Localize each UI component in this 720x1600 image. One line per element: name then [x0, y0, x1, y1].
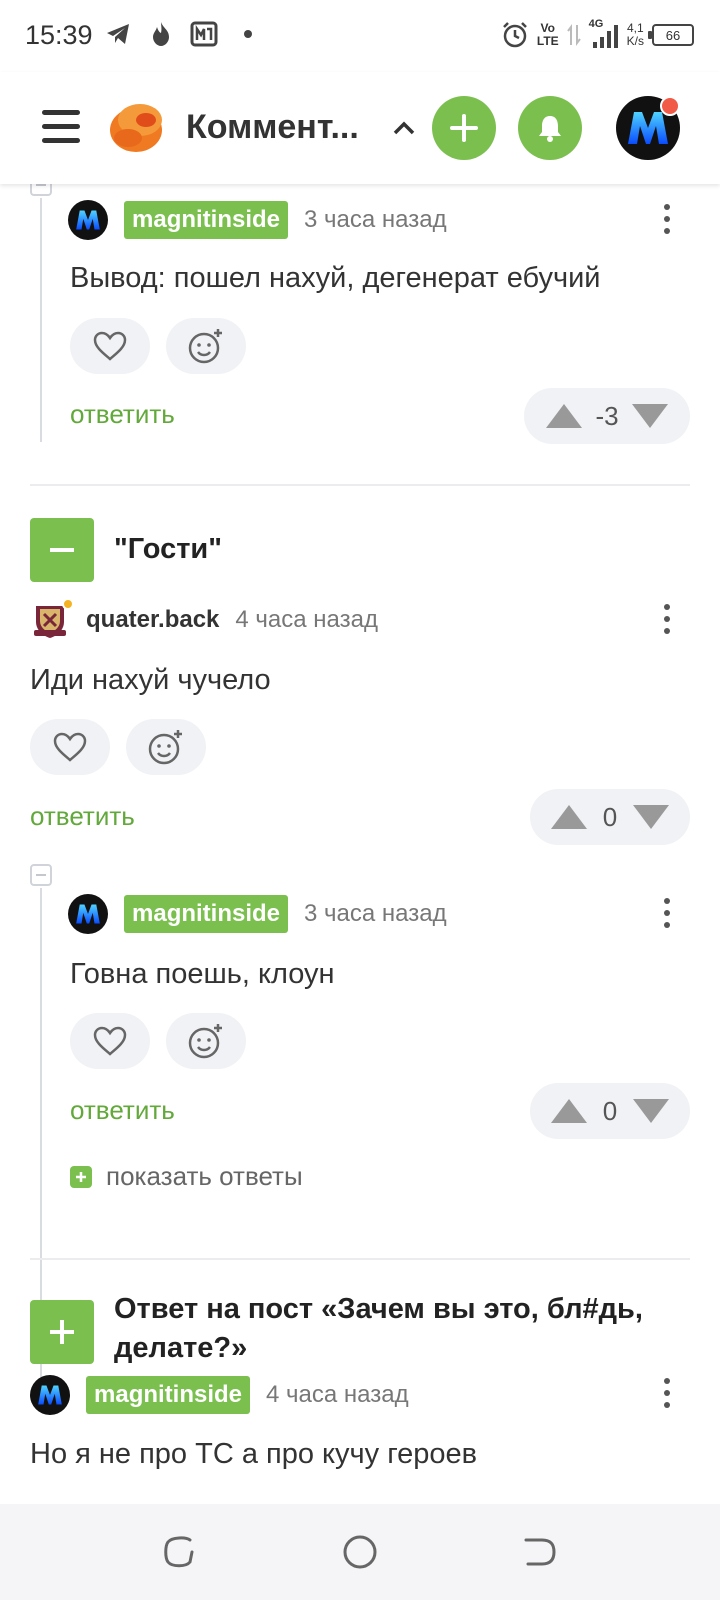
comments-feed[interactable]: magnitinside 3 часа назад Вывод: пошел н…: [0, 184, 720, 1504]
divider: [30, 484, 690, 486]
more-options-icon[interactable]: [662, 898, 672, 934]
volte-label: Vo LTE: [536, 21, 559, 48]
comment-time[interactable]: 4 часа назад: [235, 606, 378, 634]
dot-icon: [244, 30, 252, 38]
avatar[interactable]: [68, 200, 108, 240]
comment-text: Иди нахуй чучело: [30, 664, 271, 696]
fire-icon: [153, 22, 169, 46]
show-replies-button[interactable]: показать ответы: [70, 1161, 303, 1192]
system-nav-bar: [0, 1504, 720, 1600]
post-title[interactable]: Ответ на пост «Зачем вы это, бл#дь, дела…: [114, 1290, 684, 1368]
magnit-logo-icon: [76, 904, 100, 924]
heart-icon: [93, 331, 127, 361]
like-button[interactable]: [70, 1013, 150, 1069]
downvote-button[interactable]: [632, 404, 668, 428]
reply-link[interactable]: ответить: [30, 801, 135, 832]
data-arrows-icon: [566, 24, 581, 46]
author-name[interactable]: quater.back: [86, 606, 219, 634]
comment-text: Вывод: пошел нахуй, дегенерат ебучий: [70, 262, 601, 294]
comment-time[interactable]: 3 часа назад: [304, 206, 447, 234]
upvote-button[interactable]: [551, 805, 587, 829]
collapse-thread-button[interactable]: [30, 184, 52, 196]
downvote-button[interactable]: [633, 1099, 669, 1123]
notification-badge: [660, 96, 680, 116]
collapse-thread-button[interactable]: [30, 864, 52, 886]
notifications-button[interactable]: [518, 96, 582, 160]
heart-icon: [93, 1026, 127, 1056]
smile-plus-icon: [188, 1024, 222, 1059]
minus-icon: [50, 548, 74, 552]
app-header: Коммент...: [0, 72, 720, 184]
magnit-icon: [190, 21, 218, 47]
comment-text: Но я не про ТС а про кучу героев: [30, 1438, 478, 1470]
downvote-button[interactable]: [633, 805, 669, 829]
more-options-icon[interactable]: [662, 204, 672, 240]
more-options-icon[interactable]: [662, 1378, 672, 1414]
add-reaction-button[interactable]: [166, 1013, 246, 1069]
avatar[interactable]: [30, 598, 74, 640]
back-icon[interactable]: [522, 1534, 558, 1570]
divider: [30, 1258, 690, 1260]
rating-control: -3: [524, 388, 690, 444]
author-name[interactable]: magnitinside: [124, 895, 289, 933]
avatar[interactable]: [68, 894, 108, 934]
comment-header: magnitinside 3 часа назад: [68, 198, 447, 242]
plus-icon: [450, 114, 478, 142]
signal-icon: 4G: [589, 18, 619, 50]
show-replies-label: показать ответы: [106, 1161, 303, 1191]
rating-control: 0: [530, 789, 690, 845]
author-name[interactable]: magnitinside: [86, 1376, 251, 1414]
home-icon[interactable]: [342, 1534, 378, 1570]
comment-header: quater.back 4 часа назад: [30, 598, 378, 642]
smile-plus-icon: [188, 329, 222, 364]
add-button[interactable]: [432, 96, 496, 160]
smile-plus-icon: [148, 730, 182, 765]
rating-value: -3: [595, 400, 619, 431]
comment-text: Говна поешь, клоун: [70, 958, 335, 990]
battery-icon: 66: [648, 24, 694, 46]
author-name[interactable]: magnitinside: [124, 201, 289, 239]
like-button[interactable]: [30, 719, 110, 775]
reply-link[interactable]: ответить: [70, 399, 175, 430]
more-options-icon[interactable]: [662, 604, 672, 640]
add-reaction-button[interactable]: [166, 318, 246, 374]
menu-button[interactable]: [42, 110, 80, 144]
magnit-logo-icon: [76, 210, 100, 230]
rating-control: 0: [530, 1083, 690, 1139]
add-reaction-button[interactable]: [126, 719, 206, 775]
status-bar: 15:39 Vo LTE 4G 4,1 K/s 66: [0, 0, 720, 72]
heart-icon: [53, 732, 87, 762]
reply-link[interactable]: ответить: [70, 1095, 175, 1126]
comment-time[interactable]: 3 часа назад: [304, 900, 447, 928]
upvote-button[interactable]: [551, 1099, 587, 1123]
comment-header: magnitinside 3 часа назад: [68, 892, 447, 936]
post-title[interactable]: "Гости": [114, 530, 222, 569]
magnit-logo-icon: [628, 112, 668, 144]
plus-icon: [70, 1165, 92, 1188]
comment-header: magnitinside 4 часа назад: [30, 1373, 409, 1417]
telegram-icon: [107, 24, 129, 44]
status-time: 15:39: [25, 20, 93, 50]
online-badge: [62, 598, 74, 610]
rating-value: 0: [602, 801, 618, 832]
logo-icon[interactable]: [108, 98, 166, 154]
comment-time[interactable]: 4 часа назад: [266, 1381, 409, 1409]
plus-icon: [50, 1320, 74, 1344]
page-title: Коммент...: [186, 108, 359, 146]
rating-value: 0: [602, 1095, 618, 1126]
expand-post-button[interactable]: [30, 1300, 94, 1364]
magnit-logo-icon: [38, 1385, 62, 1405]
thread-line[interactable]: [40, 198, 42, 442]
upvote-button[interactable]: [546, 404, 582, 428]
alarm-icon: [502, 22, 527, 48]
chevron-up-icon[interactable]: [392, 116, 416, 140]
net-speed: 4,1 K/s: [626, 21, 644, 48]
bell-icon: [539, 116, 561, 142]
collapse-post-button[interactable]: [30, 518, 94, 582]
like-button[interactable]: [70, 318, 150, 374]
recent-apps-icon[interactable]: [162, 1534, 198, 1570]
avatar[interactable]: [30, 1375, 70, 1415]
